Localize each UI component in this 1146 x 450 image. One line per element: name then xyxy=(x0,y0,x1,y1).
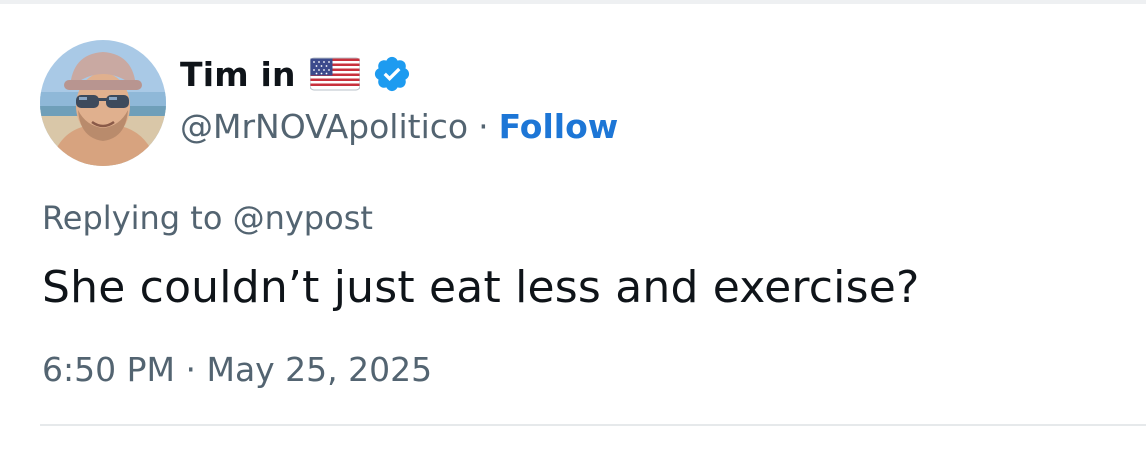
timestamp[interactable]: 6:50 PM · May 25, 2025 xyxy=(42,350,432,389)
reply-to-handle[interactable]: @nypost xyxy=(233,199,373,237)
tweet-card: Tim in @MrNOVApolitico · Follow Replying… xyxy=(0,0,1146,450)
tweet-date: May 25, 2025 xyxy=(206,350,433,389)
bottom-divider xyxy=(40,424,1146,426)
display-name[interactable]: Tim in xyxy=(180,55,296,94)
reply-context: Replying to @nypost xyxy=(42,199,373,237)
verified-badge-icon[interactable] xyxy=(372,54,412,94)
us-flag-icon xyxy=(309,56,361,92)
avatar[interactable] xyxy=(40,40,166,166)
follow-button[interactable]: Follow xyxy=(499,107,619,146)
tweet-text: She couldn’t just eat less and exercise? xyxy=(42,262,920,313)
separator: · xyxy=(478,106,489,146)
reply-prefix: Replying to xyxy=(42,199,223,237)
author-name-row: Tim in xyxy=(180,52,412,96)
tweet-time: 6:50 PM xyxy=(42,350,175,389)
author-handle-row: @MrNOVApolitico · Follow xyxy=(180,104,618,148)
timestamp-separator: · xyxy=(185,350,196,389)
author-handle[interactable]: @MrNOVApolitico xyxy=(180,107,468,146)
profile-photo-icon xyxy=(40,40,166,166)
